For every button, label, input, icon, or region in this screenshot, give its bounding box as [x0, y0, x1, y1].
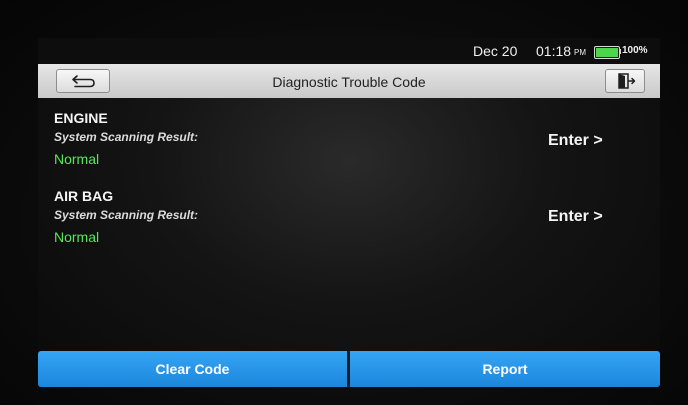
page-title: Diagnostic Trouble Code: [272, 74, 426, 90]
system-status: Normal: [54, 151, 100, 167]
device-bezel: Dec 20 01:18 PM 100% Diagnostic Trouble …: [0, 0, 688, 405]
battery-level-fill: [596, 48, 618, 57]
status-bar: Dec 20 01:18 PM 100%: [38, 38, 660, 64]
system-name: AIR BAG: [54, 188, 114, 204]
enter-button-airbag[interactable]: Enter >: [548, 208, 603, 226]
status-date: Dec 20: [473, 43, 518, 59]
status-ampm: PM: [574, 48, 586, 57]
battery-percent: 100%: [622, 45, 648, 56]
enter-button-engine[interactable]: Enter >: [548, 132, 603, 150]
system-scan-label: System Scanning Result:: [54, 208, 199, 222]
battery-icon: [594, 46, 620, 59]
battery-tip: [619, 49, 621, 54]
report-button[interactable]: Report: [350, 351, 660, 387]
exit-button[interactable]: [605, 69, 645, 93]
system-scan-label: System Scanning Result:: [54, 130, 199, 144]
system-status: Normal: [54, 229, 100, 245]
device-screen: Dec 20 01:18 PM 100% Diagnostic Trouble …: [38, 38, 660, 388]
exit-door-icon: [618, 73, 636, 89]
clear-code-button[interactable]: Clear Code: [38, 351, 347, 387]
status-time: 01:18: [536, 43, 572, 59]
title-bar: Diagnostic Trouble Code: [38, 64, 660, 98]
system-name: ENGINE: [54, 110, 108, 126]
